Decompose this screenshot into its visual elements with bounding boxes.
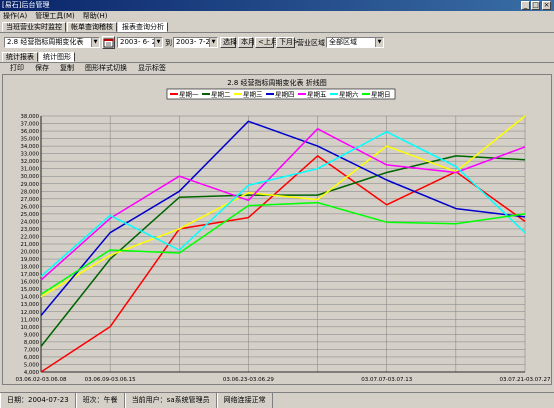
save-button[interactable]: 保存 (35, 63, 49, 74)
y-tick-label: 15,000 (20, 287, 39, 293)
menu-operate[interactable]: 操作(A) (3, 11, 27, 21)
maximize-button[interactable]: □ (531, 1, 540, 10)
area-select-value: 全部区域 (329, 38, 357, 46)
date-from-value: 2003- 6- 2 (120, 38, 157, 46)
legend-label: 星期一 (179, 91, 199, 99)
x-tick-label: 03.07.21-03.07.27 (500, 377, 551, 383)
y-tick-label: 27,000 (20, 197, 39, 203)
y-tick-label: 8,000 (24, 340, 40, 346)
show-labels-button[interactable]: 显示标签 (138, 63, 166, 74)
window-title-bar: [易石]后台管理 (0, 0, 554, 11)
action-bar: 打印 保存 复制 图形样式切换 显示标签 (10, 63, 166, 74)
close-button[interactable]: × (542, 1, 551, 10)
print-button[interactable]: 打印 (10, 63, 24, 74)
y-tick-label: 30,000 (20, 174, 39, 180)
tab-bill-audit[interactable]: 帐单查询稽核 (67, 22, 117, 32)
y-tick-label: 6,000 (24, 355, 40, 361)
tab-divider (0, 32, 554, 33)
chart-panel: 2.8 经营指标周期变化表 折线图星期一 星期二 星期三 星期四 星期五 星期六 星期日 4,… (2, 74, 552, 385)
y-tick-label: 31,000 (20, 167, 39, 173)
status-shift: 班次：午餐 (75, 393, 125, 408)
report-select-value: 2.8 经营指标周期变化表 (7, 38, 84, 46)
y-tick-label: 33,000 (20, 152, 39, 158)
chevron-down-icon: ▼ (154, 38, 162, 47)
y-tick-label: 26,000 (20, 204, 39, 210)
choose-button[interactable]: 选择 (220, 37, 237, 48)
y-tick-label: 21,000 (20, 242, 39, 248)
y-tick-label: 18,000 (20, 265, 39, 271)
chart-title: 2.8 经营指标周期变化表 折线图 (227, 78, 327, 87)
y-tick-label: 19,000 (20, 257, 39, 263)
menu-tools[interactable]: 管理工具(M) (35, 11, 75, 21)
tab-report-analysis[interactable]: 报表查询分析 (118, 22, 168, 32)
status-date: 日期：2004-07-23 (0, 393, 76, 408)
y-tick-label: 35,000 (20, 137, 39, 143)
next-month-button[interactable]: 下月> (276, 37, 299, 48)
y-tick-label: 9,000 (24, 332, 40, 338)
y-tick-label: 24,000 (20, 219, 39, 225)
menu-help[interactable]: 帮助(H) (83, 11, 108, 21)
legend-label: 星期六 (339, 90, 359, 99)
chevron-down-icon: ▼ (209, 38, 217, 47)
x-tick-label: 03.06.23-03.06.29 (223, 377, 274, 383)
to-label: 到 (165, 39, 172, 47)
this-month-button[interactable]: 本月 (238, 37, 255, 48)
window-title: [易石]后台管理 (2, 1, 50, 9)
report-select[interactable]: 2.8 经营指标周期变化表 ▼ (4, 37, 100, 48)
y-tick-label: 16,000 (20, 280, 39, 286)
chevron-down-icon: ▼ (375, 38, 383, 47)
y-tick-label: 5,000 (24, 362, 40, 368)
legend-label: 星期三 (243, 91, 263, 99)
legend-label: 星期二 (211, 91, 231, 99)
y-tick-label: 32,000 (20, 159, 39, 165)
tab-realtime-monitor[interactable]: 当班营业实时监控 (2, 22, 66, 32)
y-tick-label: 11,000 (20, 317, 39, 323)
y-tick-label: 38,000 (20, 114, 39, 120)
chevron-down-icon: ▼ (91, 38, 99, 47)
y-tick-label: 23,000 (20, 227, 39, 233)
status-user: 当前用户：sa系统管理员 (124, 393, 217, 408)
main-tabs: 当班营业实时监控 帐单查询稽核 报表查询分析 (2, 22, 169, 32)
y-tick-label: 4,000 (24, 370, 40, 376)
copy-button[interactable]: 复制 (60, 63, 74, 74)
y-tick-label: 37,000 (20, 122, 39, 128)
sub-tabs: 统计报表 统计图形 (2, 52, 76, 62)
prev-month-button[interactable]: <上月 (255, 37, 278, 48)
calendar-icon[interactable] (102, 36, 115, 49)
y-tick-label: 17,000 (20, 272, 39, 278)
y-tick-label: 10,000 (20, 325, 39, 331)
menu-bar: 操作(A) 管理工具(M) 帮助(H) (0, 11, 554, 21)
y-tick-label: 20,000 (20, 250, 39, 256)
legend-label: 星期五 (307, 91, 327, 99)
y-tick-label: 36,000 (20, 129, 39, 135)
x-tick-label: 03.06.09-03.06.15 (85, 377, 136, 383)
chart-style-toggle-button[interactable]: 图形样式切换 (85, 63, 127, 74)
area-select[interactable]: 全部区域 ▼ (326, 37, 384, 48)
tab-stat-report[interactable]: 统计报表 (2, 52, 38, 62)
y-tick-label: 14,000 (20, 295, 39, 301)
x-tick-label: 03.07.07-03.07.13 (361, 377, 412, 383)
y-tick-label: 28,000 (20, 189, 39, 195)
y-tick-label: 13,000 (20, 302, 39, 308)
y-tick-label: 29,000 (20, 182, 39, 188)
date-to-field[interactable]: 2003- 7-27 ▼ (173, 37, 218, 48)
date-from-field[interactable]: 2003- 6- 2 ▼ (117, 37, 163, 48)
area-label: 营业区域 (297, 39, 325, 47)
status-network: 网络连接正常 (216, 393, 273, 408)
x-tick-label: 03.06.02-03.06.08 (16, 377, 67, 383)
status-bar: 日期：2004-07-23 班次：午餐 当前用户：sa系统管理员 网络连接正常 (0, 392, 554, 408)
tab-stat-chart[interactable]: 统计图形 (39, 52, 75, 62)
y-tick-label: 25,000 (20, 212, 39, 218)
legend-label: 星期日 (371, 91, 391, 99)
y-tick-label: 22,000 (20, 234, 39, 240)
legend-label: 星期四 (275, 91, 295, 99)
line-chart: 2.8 经营指标周期变化表 折线图星期一 星期二 星期三 星期四 星期五 星期六 星期日 4,… (16, 78, 551, 383)
minimize-button[interactable]: _ (521, 1, 530, 10)
y-tick-label: 7,000 (24, 347, 40, 353)
y-tick-label: 34,000 (20, 144, 39, 150)
y-tick-label: 12,000 (20, 310, 39, 316)
